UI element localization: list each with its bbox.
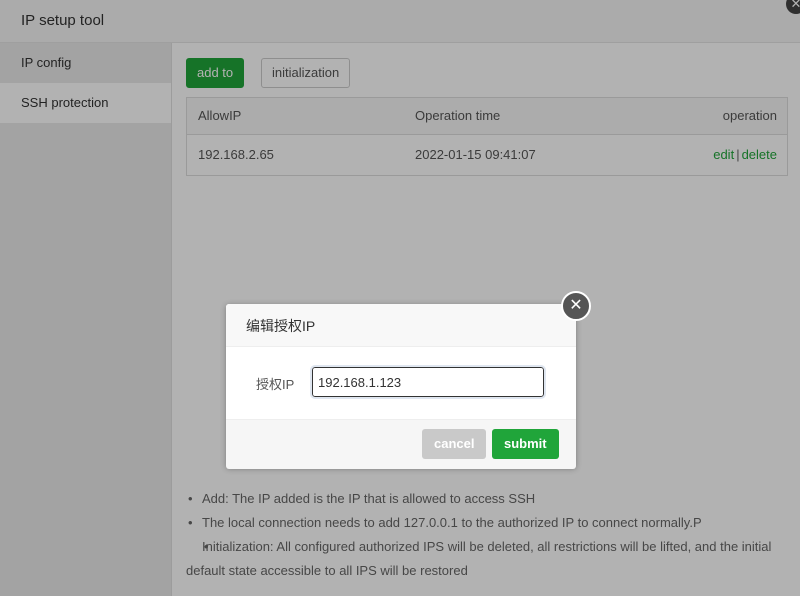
dialog-footer: cancel submit: [226, 419, 576, 469]
dialog-title: 编辑授权IP: [246, 318, 316, 334]
close-circle-icon[interactable]: ✕: [561, 291, 591, 321]
authorized-ip-input[interactable]: [310, 365, 546, 399]
dialog-header: 编辑授权IP: [226, 304, 576, 347]
authorized-ip-label: 授权IP: [256, 377, 295, 392]
submit-button[interactable]: submit: [492, 429, 559, 459]
edit-authorized-ip-dialog: 编辑授权IP ✕ 授权IP cancel submit: [226, 291, 591, 469]
modal-overlay[interactable]: [0, 0, 800, 596]
cancel-button[interactable]: cancel: [422, 429, 487, 459]
